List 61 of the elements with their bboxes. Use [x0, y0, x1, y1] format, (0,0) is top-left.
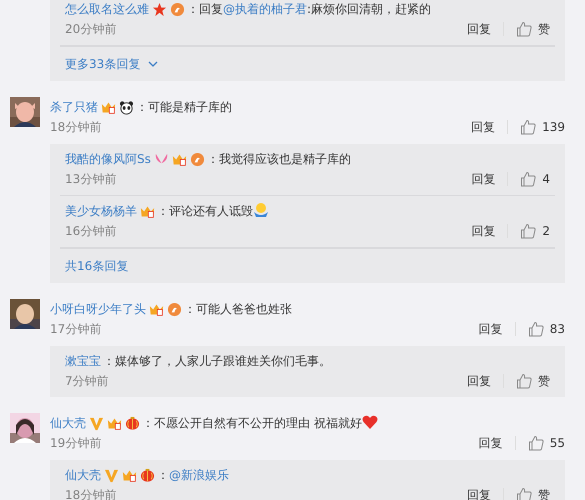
timestamp: 20分钟前 — [65, 22, 118, 36]
thumbs-up-icon — [516, 21, 532, 37]
like-button[interactable]: 139 — [520, 119, 565, 135]
comment-text: ：媒体够了，人家儿子跟谁姓关你们毛事。 — [103, 352, 331, 370]
like-button[interactable]: 83 — [528, 321, 565, 337]
user-name[interactable]: 漱宝宝 — [65, 352, 101, 370]
reply-button[interactable]: 回复 — [472, 322, 516, 336]
user-name[interactable]: 仙大壳 — [65, 466, 101, 484]
more-replies-link[interactable]: 更多33条回复 — [65, 56, 140, 72]
like-button[interactable]: 2 — [520, 223, 550, 239]
lantern-icon — [140, 468, 155, 482]
like-button[interactable]: 4 — [520, 171, 550, 187]
timestamp: 13分钟前 — [65, 172, 118, 186]
badge-icon — [170, 2, 185, 16]
thumbs-up-icon — [516, 487, 532, 500]
comment-text: ：不愿公开自然有不公开的理由 祝福就好 — [142, 414, 378, 432]
thumbs-up-icon — [520, 223, 536, 239]
reply-button[interactable]: 回复 — [461, 22, 504, 36]
badge-icon — [167, 302, 182, 316]
user-name[interactable]: 怎么取名这么难 — [65, 0, 149, 18]
comment-text: ：回复@执着的柚子君:麻烦你回清朝，赶紧的 — [187, 0, 432, 18]
thumbs-up-icon — [528, 321, 544, 337]
thumbs-up-icon — [520, 119, 536, 135]
comment-text: ：@新浪娱乐 — [157, 466, 229, 484]
smiley-icon — [253, 202, 269, 218]
user-name[interactable]: 仙大壳 — [50, 414, 86, 432]
v-badge-icon — [89, 416, 104, 430]
timestamp: 16分钟前 — [65, 224, 118, 238]
comment-text: ：可能是精子库的 — [136, 98, 232, 116]
comment-text: ：可能人爸爸也姓张 — [184, 300, 292, 318]
reply-button[interactable]: 回复 — [465, 120, 508, 134]
reply-button[interactable]: 回复 — [465, 172, 508, 186]
comment-text: ：评论还有人诋毁 — [157, 202, 269, 220]
mention-link[interactable]: @执着的柚子君 — [223, 2, 307, 16]
user-name[interactable]: 美少女杨杨羊 — [65, 202, 137, 220]
v-badge-icon — [104, 468, 119, 482]
star-icon — [152, 2, 167, 16]
reply-button[interactable]: 回复 — [461, 374, 504, 388]
mention-link[interactable]: @新浪娱乐 — [169, 468, 229, 482]
heart-icon — [362, 414, 378, 430]
thumbs-up-icon — [516, 373, 532, 389]
panda-icon — [119, 100, 134, 114]
comment-text: ：我觉得应该也是精子库的 — [206, 150, 351, 168]
timestamp: 7分钟前 — [65, 374, 110, 388]
like-button[interactable]: 赞 — [516, 486, 550, 500]
thumbs-up-icon — [520, 171, 536, 187]
user-name[interactable]: 杀了只猪 — [50, 98, 98, 116]
user-name[interactable]: 小呀白呀少年了头 — [50, 300, 146, 318]
reply-button[interactable]: 回复 — [465, 224, 508, 238]
like-button[interactable]: 赞 — [516, 372, 550, 390]
like-button[interactable]: 赞 — [516, 20, 550, 38]
more-replies-link[interactable]: 共16条回复 — [65, 258, 128, 274]
like-button[interactable]: 55 — [528, 435, 565, 451]
timestamp: 19分钟前 — [50, 436, 102, 450]
badge-icon — [190, 152, 205, 166]
timestamp: 17分钟前 — [50, 322, 102, 336]
thumbs-up-icon — [528, 435, 544, 451]
user-name[interactable]: 我酷的像风阿Ss — [65, 150, 151, 168]
lantern-icon — [125, 416, 140, 430]
reply-button[interactable]: 回复 — [472, 436, 516, 450]
timestamp: 18分钟前 — [50, 120, 102, 134]
